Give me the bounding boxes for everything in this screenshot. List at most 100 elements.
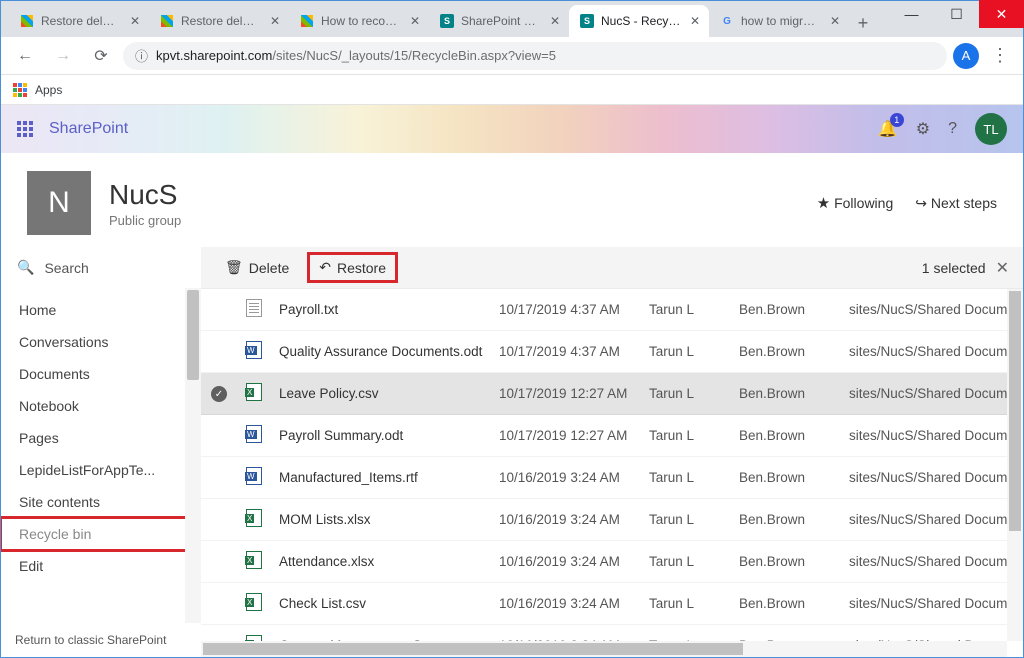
nav-item[interactable]: LepideListForAppTe... xyxy=(1,454,201,486)
file-type-icon xyxy=(246,467,262,485)
row-selected-check-icon[interactable]: ✓ xyxy=(211,386,227,402)
site-subtitle: Public group xyxy=(109,213,181,228)
nav-item[interactable]: Edit xyxy=(1,550,201,582)
file-name[interactable]: Manufactured_Items.rtf xyxy=(271,457,491,499)
browser-menu-button[interactable]: ⋮ xyxy=(985,45,1015,66)
apps-label[interactable]: Apps xyxy=(35,83,62,97)
tab-close-icon[interactable]: ✕ xyxy=(267,14,283,28)
window-minimize-button[interactable]: — xyxy=(889,0,934,28)
table-row[interactable]: MOM Lists.xlsx10/16/2019 3:24 AMTarun LB… xyxy=(201,499,1023,541)
deleted-date: 10/17/2019 12:27 AM xyxy=(491,373,641,415)
nav-item[interactable]: Home xyxy=(1,294,201,326)
site-title[interactable]: NucS xyxy=(109,179,181,211)
table-row[interactable]: Payroll.txt10/17/2019 4:37 AMTarun LBen.… xyxy=(201,289,1023,331)
browser-tab[interactable]: Restore deleted s✕ xyxy=(9,5,149,37)
back-button[interactable]: ← xyxy=(9,40,41,72)
horizontal-scrollbar[interactable] xyxy=(201,641,1007,657)
file-type-icon xyxy=(246,551,262,569)
new-tab-button[interactable]: + xyxy=(849,9,877,37)
deleted-by: Tarun L xyxy=(641,583,731,625)
favicon-icon: G xyxy=(719,13,735,29)
nav-item[interactable]: Documents xyxy=(1,358,201,390)
site-info-icon[interactable]: ⓘ xyxy=(135,46,148,65)
favicon-icon xyxy=(19,13,35,29)
browser-tab[interactable]: How to recover n✕ xyxy=(289,5,429,37)
file-name[interactable]: Quality Assurance Documents.odt xyxy=(271,331,491,373)
original-location: sites/NucS/Shared Docum xyxy=(841,541,1023,583)
tab-title: NucS - Recycle b xyxy=(601,14,681,28)
search-box[interactable]: 🔍 Search xyxy=(1,247,201,288)
nav-item[interactable]: Notebook xyxy=(1,390,201,422)
original-location: sites/NucS/Shared Docum xyxy=(841,499,1023,541)
browser-tab[interactable]: Ghow to migrate s✕ xyxy=(709,5,849,37)
vertical-scrollbar[interactable] xyxy=(1007,289,1023,641)
restore-button[interactable]: ↶ Restore xyxy=(309,254,396,281)
file-type-icon xyxy=(246,593,262,611)
tab-close-icon[interactable]: ✕ xyxy=(547,14,563,28)
file-type-icon xyxy=(246,341,262,359)
tab-close-icon[interactable]: ✕ xyxy=(127,14,143,28)
suite-brand[interactable]: SharePoint xyxy=(49,120,128,138)
tab-close-icon[interactable]: ✕ xyxy=(407,14,423,28)
notifications-button[interactable]: 🔔 1 xyxy=(878,119,898,139)
file-name[interactable]: MOM Lists.xlsx xyxy=(271,499,491,541)
deleted-date: 10/17/2019 4:37 AM xyxy=(491,331,641,373)
settings-gear-icon[interactable]: ⚙ xyxy=(916,119,930,139)
window-maximize-button[interactable]: ☐ xyxy=(934,0,979,28)
delete-button[interactable]: 🗑 Delete xyxy=(215,254,299,281)
browser-tab[interactable]: Restore deleted i✕ xyxy=(149,5,289,37)
table-row[interactable]: Check List.csv10/16/2019 3:24 AMTarun LB… xyxy=(201,583,1023,625)
nav-item[interactable]: Pages xyxy=(1,422,201,454)
user-avatar[interactable]: TL xyxy=(975,113,1007,145)
deleted-date: 10/17/2019 12:27 AM xyxy=(491,415,641,457)
star-icon: ★ xyxy=(817,195,830,212)
nav-scrollbar[interactable] xyxy=(185,288,201,623)
table-row[interactable]: Payroll Summary.odt10/17/2019 12:27 AMTa… xyxy=(201,415,1023,457)
original-location: sites/NucS/Shared Docum xyxy=(841,289,1023,331)
file-name[interactable]: Payroll Summary.odt xyxy=(271,415,491,457)
created-by: Ben.Brown xyxy=(731,373,841,415)
favicon-icon xyxy=(299,13,315,29)
browser-tab[interactable]: SNucS - Recycle b✕ xyxy=(569,5,709,37)
tab-close-icon[interactable]: ✕ xyxy=(687,14,703,28)
clear-selection-button[interactable]: ✕ xyxy=(996,258,1009,278)
table-row[interactable]: Quality Assurance Documents.odt10/17/201… xyxy=(201,331,1023,373)
tab-close-icon[interactable]: ✕ xyxy=(827,14,843,28)
browser-profile-avatar[interactable]: A xyxy=(953,43,979,69)
table-row[interactable]: Attendance.xlsx10/16/2019 3:24 AMTarun L… xyxy=(201,541,1023,583)
notification-badge: 1 xyxy=(890,113,904,127)
created-by: Ben.Brown xyxy=(731,499,841,541)
recycle-bin-table: Payroll.txt10/17/2019 4:37 AMTarun LBen.… xyxy=(201,289,1023,657)
table-row[interactable]: ✓Leave Policy.csv10/17/2019 12:27 AMTaru… xyxy=(201,373,1023,415)
reload-button[interactable]: ⟳ xyxy=(85,40,117,72)
site-logo-tile[interactable]: N xyxy=(27,171,91,235)
created-by: Ben.Brown xyxy=(731,583,841,625)
nav-item[interactable]: Site contents xyxy=(1,486,201,518)
undo-icon: ↶ xyxy=(319,259,331,276)
file-name[interactable]: Payroll.txt xyxy=(271,289,491,331)
apps-icon[interactable] xyxy=(13,83,27,97)
browser-tab[interactable]: SSharePoint admin✕ xyxy=(429,5,569,37)
app-launcher-icon[interactable] xyxy=(17,121,33,137)
nav-item[interactable]: Recycle bin xyxy=(1,518,201,550)
deleted-by: Tarun L xyxy=(641,541,731,583)
original-location: sites/NucS/Shared Docum xyxy=(841,415,1023,457)
file-name[interactable]: Attendance.xlsx xyxy=(271,541,491,583)
window-close-button[interactable]: ✕ xyxy=(979,0,1024,28)
return-classic-link[interactable]: Return to classic SharePoint xyxy=(1,623,201,657)
tab-title: SharePoint admin xyxy=(461,14,541,28)
nav-item[interactable]: Conversations xyxy=(1,326,201,358)
following-button[interactable]: ★ Following xyxy=(817,194,893,212)
help-icon[interactable]: ? xyxy=(948,120,957,138)
table-row[interactable]: Manufactured_Items.rtf10/16/2019 3:24 AM… xyxy=(201,457,1023,499)
file-type-icon xyxy=(246,509,262,527)
deleted-date: 10/16/2019 3:24 AM xyxy=(491,541,641,583)
file-name[interactable]: Leave Policy.csv xyxy=(271,373,491,415)
next-steps-button[interactable]: ↪ Next steps xyxy=(915,195,997,212)
selection-count: 1 selected xyxy=(922,260,986,276)
forward-button[interactable]: → xyxy=(47,40,79,72)
deleted-by: Tarun L xyxy=(641,415,731,457)
created-by: Ben.Brown xyxy=(731,289,841,331)
address-bar[interactable]: ⓘ kpvt.sharepoint.com/sites/NucS/_layout… xyxy=(123,42,947,70)
file-name[interactable]: Check List.csv xyxy=(271,583,491,625)
